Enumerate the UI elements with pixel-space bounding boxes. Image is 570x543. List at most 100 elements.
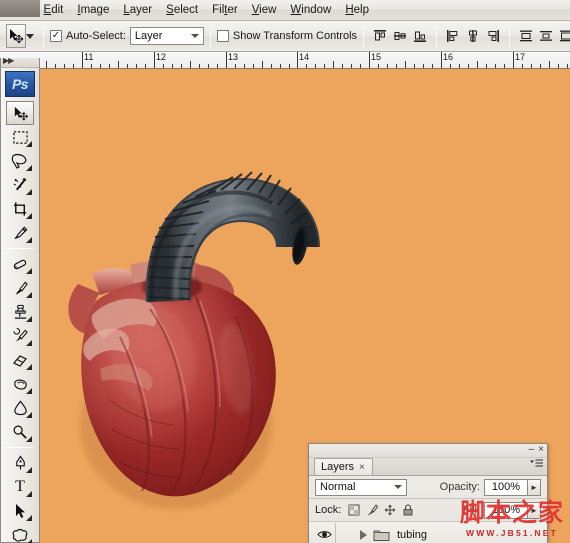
lock-position-icon[interactable]: [383, 504, 396, 517]
ruler-minor-tick: [468, 64, 469, 68]
layer-visibility-toggle[interactable]: [313, 529, 335, 540]
options-bar: ✓ Auto-Select: Layer Show Transform Cont…: [0, 21, 570, 52]
history-brush-tool[interactable]: [6, 324, 34, 348]
opacity-input[interactable]: 100%: [484, 478, 528, 496]
lock-transparent-pixels-icon[interactable]: [347, 504, 360, 517]
tab-close-icon[interactable]: ×: [359, 462, 365, 473]
dodge-tool[interactable]: [6, 420, 34, 444]
ruler-minor-tick: [477, 61, 478, 68]
lock-buttons: [347, 504, 414, 517]
ruler-minor-tick: [235, 64, 236, 68]
ruler-minor-tick: [567, 64, 568, 68]
rectangular-marquee-tool[interactable]: [6, 125, 34, 149]
ruler-minor-tick: [495, 64, 496, 68]
crop-tool[interactable]: [6, 197, 34, 221]
fill-input[interactable]: 100%: [484, 501, 528, 519]
photoshop-window: File Edit Image Layer Select Filter View…: [0, 0, 570, 543]
opacity-label: Opacity:: [439, 481, 480, 493]
tool-flyout-triangle-icon: [26, 213, 32, 219]
menu-item-filter[interactable]: Filter: [205, 1, 245, 19]
lock-image-pixels-icon[interactable]: [365, 504, 378, 517]
ruler-minor-tick: [324, 64, 325, 68]
eraser-tool[interactable]: [6, 348, 34, 372]
show-transform-checkbox[interactable]: [216, 30, 229, 42]
tools-palette-grip[interactable]: [1, 56, 39, 68]
tool-flyout-triangle-icon: [26, 491, 32, 497]
distribute-bottom-edges-button[interactable]: [557, 27, 570, 45]
tool-flyout-triangle-icon: [26, 412, 32, 418]
distribute-buttons-group: [516, 27, 570, 45]
lock-all-icon[interactable]: [401, 504, 414, 517]
menu-item-edit[interactable]: Edit: [37, 1, 71, 19]
horizontal-ruler[interactable]: 11 12 13 14 15 16 17: [0, 52, 570, 69]
clone-stamp-tool[interactable]: [6, 300, 34, 324]
options-divider-5: [509, 25, 511, 47]
tab-layers[interactable]: Layers ×: [314, 458, 373, 475]
fill-slider-arrow-icon[interactable]: ►: [528, 501, 541, 519]
auto-select-dropdown[interactable]: Layer: [129, 27, 204, 45]
distribute-vertical-centers-button[interactable]: [537, 27, 555, 45]
ruler-label: 13: [228, 52, 239, 62]
menu-item-view[interactable]: View: [245, 1, 284, 19]
show-transform-label: Show Transform Controls: [232, 30, 358, 42]
tool-flyout-triangle-icon: [26, 292, 32, 298]
ruler-minor-tick: [315, 64, 316, 68]
layers-panel-titlebar[interactable]: – ×: [309, 444, 547, 458]
panel-menu-icon[interactable]: [530, 459, 543, 470]
menu-item-select[interactable]: Select: [159, 1, 205, 19]
align-vertical-centers-button[interactable]: [391, 27, 409, 45]
menu-item-window[interactable]: Window: [283, 1, 338, 19]
auto-select-checkbox[interactable]: ✓: [50, 30, 62, 42]
options-divider-3: [363, 25, 365, 47]
align-top-edges-button[interactable]: [371, 27, 389, 45]
blur-tool[interactable]: [6, 396, 34, 420]
align-left-edges-button[interactable]: [444, 27, 462, 45]
minimize-icon[interactable]: –: [529, 444, 535, 455]
menu-item-layer[interactable]: Layer: [116, 1, 159, 19]
ruler-label: 11: [84, 52, 94, 62]
tool-preset-chevron-down-icon[interactable]: [26, 25, 34, 47]
menu-item-help[interactable]: Help: [338, 1, 376, 19]
ruler-minor-tick: [199, 64, 200, 68]
ruler-minor-tick: [217, 64, 218, 68]
align-right-edges-button[interactable]: [484, 27, 502, 45]
magic-wand-tool[interactable]: [6, 173, 34, 197]
brush-tool[interactable]: [6, 276, 34, 300]
tool-flyout-triangle-icon: [26, 268, 32, 274]
layer-group-expand-triangle-icon[interactable]: [360, 529, 367, 540]
ruler-minor-tick: [432, 64, 433, 68]
ruler-minor-tick: [190, 61, 191, 68]
align-bottom-edges-button[interactable]: [411, 27, 429, 45]
healing-brush-tool[interactable]: [6, 252, 34, 276]
ruler-minor-tick: [208, 64, 209, 68]
gradient-tool[interactable]: [6, 372, 34, 396]
tool-flyout-triangle-icon: [26, 165, 32, 171]
move-tool-icon[interactable]: [6, 24, 26, 48]
ruler-minor-tick: [486, 64, 487, 68]
ruler-label: 14: [299, 52, 310, 62]
tool-flyout-triangle-icon: [26, 340, 32, 346]
lasso-tool[interactable]: [6, 149, 34, 173]
distribute-top-edges-button[interactable]: [517, 27, 535, 45]
auto-select-group: ✓ Auto-Select: Layer: [50, 27, 204, 45]
blend-mode-dropdown[interactable]: Normal: [315, 478, 407, 496]
menu-item-image[interactable]: Image: [70, 1, 116, 19]
eyedropper-tool[interactable]: [6, 221, 34, 245]
pen-tool[interactable]: [6, 451, 34, 475]
horizontal-type-tool[interactable]: T: [6, 475, 34, 499]
move-tool[interactable]: [6, 101, 34, 125]
close-icon[interactable]: ×: [538, 444, 544, 455]
path-selection-tool[interactable]: [6, 499, 34, 523]
ruler-minor-tick: [127, 64, 128, 68]
ruler-minor-tick: [459, 64, 460, 68]
ruler-minor-tick: [64, 64, 65, 68]
ruler-minor-tick: [540, 64, 541, 68]
table-row[interactable]: tubing: [309, 522, 547, 543]
blend-opacity-row: Normal Opacity: 100% ►: [309, 476, 547, 499]
align-horizontal-centers-button[interactable]: [464, 27, 482, 45]
tools-palette: Ps: [0, 56, 40, 543]
custom-shape-tool[interactable]: [6, 523, 34, 543]
opacity-slider-arrow-icon[interactable]: ►: [528, 478, 541, 496]
options-divider-2: [209, 25, 211, 47]
tool-list: T: [1, 101, 39, 543]
